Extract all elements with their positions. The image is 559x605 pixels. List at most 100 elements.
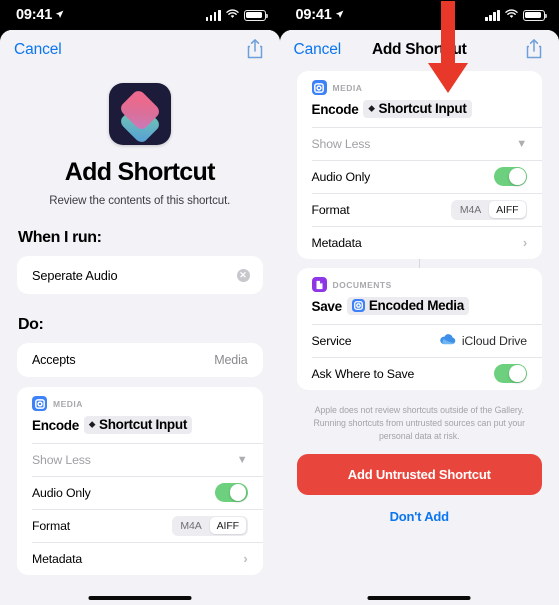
format-row[interactable]: Format M4A AIFF [297, 193, 543, 226]
metadata-label: Metadata [32, 551, 83, 566]
chevron-right-icon: › [243, 551, 248, 566]
encode-action-card-left: MEDIA Encode ⬥ Shortcut Input Show Less … [17, 387, 263, 575]
service-value: iCloud Drive [461, 333, 527, 348]
show-less-label: Show Less [32, 452, 91, 467]
audio-only-label: Audio Only [32, 485, 91, 500]
hero-section: Add Shortcut Review the contents of this… [0, 69, 280, 207]
service-row[interactable]: Service iCloud Drive [297, 324, 543, 357]
wifi-icon [225, 6, 239, 24]
add-shortcut-sheet-left: Cancel Add Shortcut Review the contents … [0, 30, 280, 605]
hero-subtitle: Review the contents of this shortcut. [49, 195, 231, 207]
chevron-right-icon: › [522, 235, 527, 250]
audio-only-row[interactable]: Audio Only [297, 160, 543, 193]
add-shortcut-sheet-right: Cancel Add Shortcut MEDIA Encode ⬥ Short… [279, 30, 559, 605]
accepts-row[interactable]: Accepts Media [17, 343, 263, 377]
format-segmented-control[interactable]: M4A AIFF [171, 515, 248, 536]
sheet-scroll-right[interactable]: MEDIA Encode ⬥ Shortcut Input Show Less … [280, 69, 559, 605]
icloud-icon [439, 333, 456, 348]
format-option-m4a[interactable]: M4A [173, 517, 208, 534]
right-phone-screen: 09:41 Cancel Add Shortcut MEDIA Encode ⬥… [279, 0, 559, 605]
chevron-down-icon: ▼ [236, 453, 248, 466]
status-bar-left: 09:41 [0, 0, 280, 30]
encode-verb: Encode [311, 101, 359, 117]
shortcut-name-input[interactable]: Seperate Audio ✕ [17, 256, 263, 294]
home-indicator-right [367, 595, 471, 600]
metadata-row[interactable]: Metadata › [297, 226, 543, 259]
ask-where-toggle[interactable] [494, 363, 527, 384]
encode-verb: Encode [32, 417, 79, 433]
format-option-aiff[interactable]: AIFF [209, 517, 246, 534]
show-less-row[interactable]: Show Less ▼ [17, 443, 263, 476]
encode-category-label: MEDIA [53, 398, 83, 409]
accepts-card: Accepts Media [17, 343, 263, 377]
add-untrusted-shortcut-button[interactable]: Add Untrusted Shortcut [296, 453, 542, 495]
token-dot-icon: ⬥ [368, 103, 375, 113]
encode-category-header-right: MEDIA [297, 71, 543, 97]
encode-category-header: MEDIA [17, 387, 263, 413]
audio-only-toggle[interactable] [214, 482, 248, 503]
save-verb: Save [311, 298, 343, 314]
service-value-group: iCloud Drive [439, 334, 527, 348]
format-segmented-control[interactable]: M4A AIFF [451, 199, 527, 220]
format-option-aiff[interactable]: AIFF [489, 201, 526, 218]
encode-action-title: Encode ⬥ Shortcut Input [17, 413, 263, 443]
format-row[interactable]: Format M4A AIFF [17, 509, 263, 542]
cancel-button[interactable]: Cancel [294, 41, 342, 59]
wifi-icon [505, 6, 518, 24]
ask-where-label: Ask Where to Save [311, 366, 415, 381]
clear-text-icon[interactable]: ✕ [236, 268, 250, 282]
shortcut-name-value: Seperate Audio [32, 267, 118, 283]
token-label: Shortcut Input [378, 101, 467, 116]
service-label: Service [311, 333, 352, 348]
status-bar-time-group: 09:41 [16, 7, 64, 23]
format-option-m4a[interactable]: M4A [453, 201, 488, 218]
status-bar-indicators [205, 6, 268, 24]
share-icon[interactable] [525, 38, 545, 62]
chevron-down-icon: ▼ [516, 137, 527, 150]
audio-only-row[interactable]: Audio Only [17, 476, 263, 509]
shortcuts-app-icon [108, 83, 171, 145]
save-action-card: DOCUMENTS Save Encoded Media Service iCl… [296, 268, 543, 390]
status-bar-time-group-right: 09:41 [296, 7, 344, 23]
untrusted-shortcut-disclaimer: Apple does not review shortcuts outside … [313, 405, 526, 442]
ask-where-to-save-row[interactable]: Ask Where to Save [297, 357, 543, 390]
left-phone-screen: 09:41 Cancel Add Shortcut Review the con… [0, 0, 280, 605]
metadata-row[interactable]: Metadata › [17, 542, 263, 575]
documents-icon [311, 277, 327, 292]
location-arrow-icon [55, 7, 64, 23]
encode-action-card-right: MEDIA Encode ⬥ Shortcut Input Show Less … [296, 71, 543, 259]
status-bar-clock-right: 09:41 [295, 7, 332, 23]
token-label: Encoded Media [368, 298, 464, 313]
save-category-label: DOCUMENTS [332, 279, 392, 290]
token-label: Shortcut Input [98, 417, 188, 432]
media-encode-icon [32, 396, 47, 411]
shortcut-input-token[interactable]: ⬥ Shortcut Input [363, 100, 472, 118]
token-dot-icon: ⬥ [88, 419, 95, 429]
navbar-right: Cancel Add Shortcut [279, 30, 559, 69]
save-category-header: DOCUMENTS [297, 268, 543, 294]
shortcut-input-token[interactable]: ⬥ Shortcut Input [83, 416, 193, 434]
cellular-bars-icon [485, 9, 500, 21]
dual-phone-screenshot: 09:41 Cancel Add Shortcut Review the con… [0, 0, 559, 605]
dont-add-button[interactable]: Don't Add [280, 509, 559, 524]
show-less-label: Show Less [311, 136, 371, 151]
do-label: Do: [18, 316, 44, 333]
battery-full-icon [523, 9, 548, 21]
media-encode-icon [311, 80, 327, 95]
status-bar-right: 09:41 [279, 0, 559, 30]
audio-only-toggle[interactable] [494, 166, 527, 187]
share-icon[interactable] [246, 38, 266, 62]
cancel-button[interactable]: Cancel [14, 41, 62, 59]
action-connector-line [418, 259, 420, 268]
save-action-title: Save Encoded Media [297, 294, 543, 324]
format-label: Format [311, 202, 350, 217]
cellular-bars-icon [205, 9, 221, 21]
battery-full-icon [243, 9, 268, 21]
encode-category-label-right: MEDIA [332, 82, 363, 93]
format-label: Format [32, 518, 71, 533]
encoded-media-token[interactable]: Encoded Media [346, 297, 469, 315]
show-less-row[interactable]: Show Less ▼ [297, 127, 543, 160]
navbar-left: Cancel [0, 30, 280, 69]
sheet-scroll-left[interactable]: Add Shortcut Review the contents of this… [0, 69, 280, 605]
accepts-label: Accepts [32, 353, 76, 367]
